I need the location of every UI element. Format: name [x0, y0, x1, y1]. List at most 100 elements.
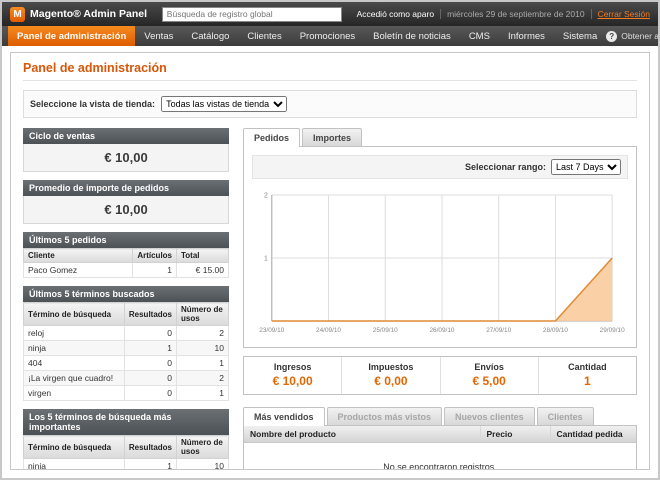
store-view-label: Seleccione la vista de tienda:: [30, 99, 155, 109]
panel-title: Últimos 5 términos buscados: [23, 286, 229, 302]
column-header: Nombre del producto: [244, 426, 480, 443]
nav-item-dashboard[interactable]: Panel de administración: [8, 26, 135, 46]
cell: 10: [177, 459, 229, 471]
browser-viewport: M Magento® Admin Panel Accedió como apar…: [0, 0, 660, 480]
stat-label: Envíos: [443, 362, 536, 372]
nav-item-system[interactable]: Sistema: [554, 26, 606, 46]
top-search-terms-panel: Los 5 términos de búsqueda más important…: [23, 409, 229, 470]
column-header: Número de usos: [177, 436, 229, 459]
global-search-input[interactable]: [162, 7, 342, 22]
svg-text:28/09/10: 28/09/10: [543, 327, 568, 334]
orders-chart-panel: Seleccionar rango: Last 7 Days 1223/09/1…: [243, 146, 637, 348]
brand-title: Magento® Admin Panel: [30, 8, 147, 20]
store-view-select[interactable]: Todas las vistas de tienda: [161, 96, 287, 112]
tab-bestsellers[interactable]: Más vendidos: [243, 407, 325, 426]
bestsellers-table: Nombre del producto Precio Cantidad pedi…: [244, 426, 636, 443]
stat-value: 1: [541, 374, 634, 388]
svg-text:2: 2: [264, 192, 268, 199]
column-header: Cantidad pedida: [550, 426, 636, 443]
page-help-link[interactable]: ? Obtener ayuda para esta página: [606, 26, 660, 46]
cell: 2: [177, 326, 229, 341]
logged-in-as: Accedió como aparo: [357, 9, 435, 19]
panel-title: Los 5 términos de búsqueda más important…: [23, 409, 229, 435]
cell: € 15.00: [177, 263, 229, 278]
panel-title: Ciclo de ventas: [23, 128, 229, 144]
cell: ninja: [24, 341, 125, 356]
stat-tax: Impuestos € 0,00: [341, 357, 439, 394]
bestsellers-grid: Nombre del producto Precio Cantidad pedi…: [243, 425, 637, 470]
header: M Magento® Admin Panel Accedió como apar…: [2, 2, 658, 26]
stat-value: € 10,00: [246, 374, 339, 388]
tab-customers[interactable]: Clientes: [537, 407, 594, 425]
column-header: Artículos: [133, 249, 177, 263]
table-row[interactable]: 404 0 1: [24, 356, 229, 371]
top-search-terms-table: Término de búsqueda Resultados Número de…: [23, 435, 229, 470]
main-nav: Panel de administración Ventas Catálogo …: [2, 26, 658, 46]
magento-brand: M Magento® Admin Panel: [10, 7, 147, 22]
table-row[interactable]: ¡La virgen que cuadro! 0 2: [24, 371, 229, 386]
cell: 1: [133, 263, 177, 278]
stat-label: Impuestos: [344, 362, 437, 372]
svg-text:26/09/10: 26/09/10: [429, 327, 454, 334]
cell: 0: [124, 326, 176, 341]
stat-shipping: Envíos € 5,00: [440, 357, 538, 394]
stat-value: € 0,00: [344, 374, 437, 388]
tab-orders[interactable]: Pedidos: [243, 128, 300, 147]
range-label: Seleccionar rango:: [465, 162, 546, 172]
column-header: Resultados: [124, 436, 176, 459]
cell: 2: [177, 371, 229, 386]
nav-item-reports[interactable]: Informes: [499, 26, 554, 46]
bottom-grids-section: Más vendidos Productos más vistos Nuevos…: [243, 407, 637, 470]
help-label: Obtener ayuda para esta página: [621, 31, 660, 41]
cell: 1: [124, 459, 176, 471]
svg-text:24/09/10: 24/09/10: [316, 327, 341, 334]
cell: 1: [124, 341, 176, 356]
tab-amounts[interactable]: Importes: [302, 128, 362, 146]
average-orders-panel: Promedio de importe de pedidos € 10,00: [23, 180, 229, 224]
last-orders-table: Cliente Artículos Total Paco Gomez 1 € 1…: [23, 248, 229, 278]
column-header: Cliente: [24, 249, 133, 263]
cell: 404: [24, 356, 125, 371]
current-date: miércoles 29 de septiembre de 2010: [447, 9, 585, 19]
lifetime-sales-panel: Ciclo de ventas € 10,00: [23, 128, 229, 172]
dashboard-left-column: Ciclo de ventas € 10,00 Promedio de impo…: [23, 128, 229, 470]
nav-item-cms[interactable]: CMS: [460, 26, 499, 46]
table-row[interactable]: ninja 1 10: [24, 459, 229, 471]
panel-title: Últimos 5 pedidos: [23, 232, 229, 248]
stat-label: Ingresos: [246, 362, 339, 372]
table-row[interactable]: Paco Gomez 1 € 15.00: [24, 263, 229, 278]
range-select[interactable]: Last 7 Days: [551, 159, 621, 175]
chart-tabs: Pedidos Importes: [243, 128, 637, 146]
tab-most-viewed[interactable]: Productos más vistos: [327, 407, 443, 425]
last-search-terms-panel: Últimos 5 términos buscados Término de b…: [23, 286, 229, 401]
orders-chart: 1223/09/1024/09/1025/09/1026/09/1027/09/…: [252, 187, 628, 339]
nav-item-promotions[interactable]: Promociones: [291, 26, 364, 46]
table-row[interactable]: virgen 0 1: [24, 386, 229, 401]
column-header: Precio: [480, 426, 550, 443]
column-header: Resultados: [124, 303, 176, 326]
nav-item-customers[interactable]: Clientes: [238, 26, 290, 46]
page-title: Panel de administración: [23, 61, 637, 81]
logout-link[interactable]: Cerrar Sesión: [598, 9, 650, 19]
tab-new-customers[interactable]: Nuevos clientes: [444, 407, 535, 425]
stat-quantity: Cantidad 1: [538, 357, 636, 394]
content-area: Panel de administración Seleccione la vi…: [10, 52, 650, 470]
orders-chart-svg: 1223/09/1024/09/1025/09/1026/09/1027/09/…: [252, 187, 628, 339]
average-orders-value: € 10,00: [23, 196, 229, 224]
cell: 10: [177, 341, 229, 356]
stat-revenue: Ingresos € 10,00: [244, 357, 341, 394]
global-search: [155, 7, 349, 22]
lifetime-sales-value: € 10,00: [23, 144, 229, 172]
nav-item-sales[interactable]: Ventas: [135, 26, 182, 46]
grid-tabs: Más vendidos Productos más vistos Nuevos…: [243, 407, 637, 425]
cell: 0: [124, 371, 176, 386]
svg-text:25/09/10: 25/09/10: [373, 327, 398, 334]
nav-item-newsletter[interactable]: Boletín de noticias: [364, 26, 460, 46]
cell: 1: [177, 386, 229, 401]
dashboard-right-column: Pedidos Importes Seleccionar rango: Last…: [243, 128, 637, 470]
table-row[interactable]: ninja 1 10: [24, 341, 229, 356]
svg-text:23/09/10: 23/09/10: [259, 327, 284, 334]
nav-item-catalog[interactable]: Catálogo: [182, 26, 238, 46]
svg-text:29/09/10: 29/09/10: [600, 327, 625, 334]
table-row[interactable]: reloj 0 2: [24, 326, 229, 341]
